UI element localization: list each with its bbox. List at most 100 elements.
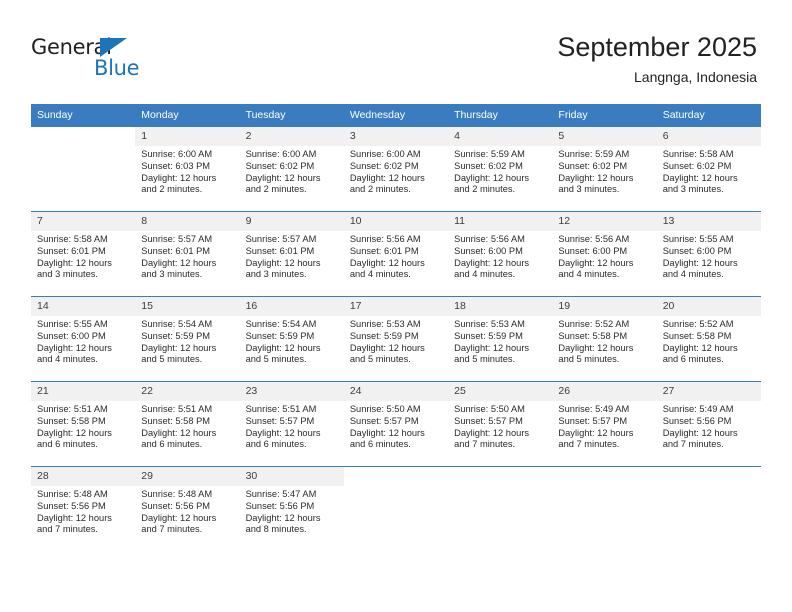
day-details: Sunrise: 6:00 AM Sunset: 6:03 PM Daylight:… <box>135 146 239 196</box>
sunset-text: Sunset: 5:56 PM <box>141 500 211 511</box>
day-number <box>552 467 656 486</box>
sunrise-text: Sunrise: 5:56 AM <box>454 234 525 244</box>
calendar-day-cell[interactable]: 7 Sunrise: 5:58 AM Sunset: 6:01 PM Daylight… <box>31 211 136 297</box>
calendar-day-cell[interactable] <box>656 466 761 551</box>
calendar-day-cell[interactable]: 9 Sunrise: 5:57 AM Sunset: 6:01 PM Daylight… <box>239 211 344 297</box>
calendar-day-cell[interactable]: 10 Sunrise: 5:56 AM Sunset: 6:01 PM Dayligh… <box>343 211 449 297</box>
calendar-day-cell[interactable]: 21 Sunrise: 5:51 AM Sunset: 5:58 PM Dayligh… <box>31 381 136 467</box>
weekday-header-saturday: Saturday <box>656 104 761 127</box>
day-details: Sunrise: 5:48 AM Sunset: 5:56 PM Daylight:… <box>31 486 135 536</box>
sunrise-text: Sunrise: 5:51 AM <box>37 404 108 414</box>
calendar-day-cell[interactable] <box>552 466 657 551</box>
calendar-day-cell[interactable]: 11 Sunrise: 5:56 AM Sunset: 6:00 PM Dayligh… <box>448 211 553 297</box>
day-number: 15 <box>135 297 240 316</box>
calendar-day-cell[interactable]: 23 Sunrise: 5:51 AM Sunset: 5:57 PM Dayligh… <box>239 381 344 467</box>
calendar-day-cell[interactable] <box>343 466 449 551</box>
sunset-text: Sunset: 5:57 PM <box>349 415 419 426</box>
day-number: 9 <box>239 212 344 231</box>
sunrise-text: Sunrise: 5:51 AM <box>141 404 213 414</box>
calendar-day-cell[interactable]: 1 Sunrise: 6:00 AM Sunset: 6:03 PM Daylight… <box>135 126 240 212</box>
day-cell-content: 3 Sunrise: 6:00 AM Sunset: 6:02 PM Daylight… <box>343 127 449 211</box>
sunrise-text: Sunrise: 5:57 AM <box>245 234 317 244</box>
calendar-day-cell[interactable]: 15 Sunrise: 5:54 AM Sunset: 5:59 PM Dayligh… <box>135 296 240 382</box>
calendar-page: General Blue September 2025 Langnga, Ind… <box>0 0 792 612</box>
calendar-day-cell[interactable]: 3 Sunrise: 6:00 AM Sunset: 6:02 PM Daylight… <box>343 126 449 212</box>
day-details: Sunrise: 5:58 AM Sunset: 6:02 PM Daylight:… <box>657 146 761 196</box>
calendar-day-cell[interactable]: 28 Sunrise: 5:48 AM Sunset: 5:56 PM Dayligh… <box>31 466 136 551</box>
calendar-day-cell[interactable]: 19 Sunrise: 5:52 AM Sunset: 5:58 PM Dayligh… <box>552 296 657 382</box>
daylight-text-line1: Daylight: 12 hours <box>662 257 738 268</box>
daylight-text-line1: Daylight: 12 hours <box>349 172 425 183</box>
day-details: Sunrise: 5:48 AM Sunset: 5:56 PM Daylight:… <box>135 486 239 536</box>
calendar-day-cell[interactable]: 22 Sunrise: 5:51 AM Sunset: 5:58 PM Dayligh… <box>135 381 240 467</box>
daylight-text-line2: and 3 minutes. <box>558 184 620 195</box>
calendar-day-cell[interactable]: 26 Sunrise: 5:49 AM Sunset: 5:57 PM Dayligh… <box>552 381 657 467</box>
daylight-text-line2: and 6 minutes. <box>37 439 98 450</box>
sunset-text: Sunset: 5:57 PM <box>245 415 315 426</box>
sunrise-text: Sunrise: 5:51 AM <box>245 404 317 414</box>
calendar-day-cell[interactable]: 18 Sunrise: 5:53 AM Sunset: 5:59 PM Dayligh… <box>448 296 553 382</box>
day-details: Sunrise: 5:49 AM Sunset: 5:57 PM Daylight:… <box>552 401 656 451</box>
daylight-text-line1: Daylight: 12 hours <box>37 257 112 268</box>
day-cell-content: 29 Sunrise: 5:48 AM Sunset: 5:56 PM Dayligh… <box>135 467 240 551</box>
calendar-day-cell[interactable]: 5 Sunrise: 5:59 AM Sunset: 6:02 PM Daylight… <box>552 126 657 212</box>
sunset-text: Sunset: 6:00 PM <box>37 330 106 341</box>
calendar-day-cell[interactable]: 29 Sunrise: 5:48 AM Sunset: 5:56 PM Dayligh… <box>135 466 240 551</box>
sunset-text: Sunset: 5:56 PM <box>662 415 732 426</box>
sunrise-text: Sunrise: 5:48 AM <box>37 489 108 499</box>
day-cell-content: 19 Sunrise: 5:52 AM Sunset: 5:58 PM Dayligh… <box>552 297 657 381</box>
calendar-day-cell[interactable]: 2 Sunrise: 6:00 AM Sunset: 6:02 PM Daylight… <box>239 126 344 212</box>
day-number: 7 <box>31 212 136 231</box>
calendar-day-cell[interactable]: 8 Sunrise: 5:57 AM Sunset: 6:01 PM Daylight… <box>135 211 240 297</box>
sunrise-text: Sunrise: 5:59 AM <box>454 149 525 159</box>
day-cell-content: 28 Sunrise: 5:48 AM Sunset: 5:56 PM Dayligh… <box>31 467 136 551</box>
calendar-day-cell[interactable]: 27 Sunrise: 5:49 AM Sunset: 5:56 PM Dayligh… <box>656 381 761 467</box>
daylight-text-line1: Daylight: 12 hours <box>141 342 217 353</box>
day-details: Sunrise: 5:53 AM Sunset: 5:59 PM Daylight:… <box>448 316 552 366</box>
daylight-text-line1: Daylight: 12 hours <box>245 172 321 183</box>
calendar-day-cell[interactable] <box>448 466 553 551</box>
calendar-day-cell[interactable]: 12 Sunrise: 5:56 AM Sunset: 6:00 PM Dayligh… <box>552 211 657 297</box>
day-number: 28 <box>31 467 136 486</box>
calendar-day-cell[interactable]: 14 Sunrise: 5:55 AM Sunset: 6:00 PM Dayligh… <box>31 296 136 382</box>
sunrise-text: Sunrise: 5:52 AM <box>558 319 630 329</box>
sunset-text: Sunset: 6:00 PM <box>662 245 732 256</box>
sunrise-text: Sunrise: 6:00 AM <box>349 149 421 159</box>
calendar-day-cell[interactable]: 4 Sunrise: 5:59 AM Sunset: 6:02 PM Daylight… <box>448 126 553 212</box>
sunrise-text: Sunrise: 6:00 AM <box>245 149 317 159</box>
daylight-text-line2: and 4 minutes. <box>662 269 724 280</box>
day-number: 29 <box>135 467 240 486</box>
daylight-text-line2: and 6 minutes. <box>245 439 307 450</box>
daylight-text-line1: Daylight: 12 hours <box>349 342 425 353</box>
sunrise-text: Sunrise: 5:58 AM <box>662 149 734 159</box>
day-details: Sunrise: 5:50 AM Sunset: 5:57 PM Daylight:… <box>448 401 552 451</box>
calendar-day-cell[interactable]: 13 Sunrise: 5:55 AM Sunset: 6:00 PM Dayligh… <box>656 211 761 297</box>
sunset-text: Sunset: 5:56 PM <box>245 500 315 511</box>
daylight-text-line2: and 2 minutes. <box>454 184 516 195</box>
calendar-day-cell[interactable]: 16 Sunrise: 5:54 AM Sunset: 5:59 PM Dayligh… <box>239 296 344 382</box>
calendar-day-cell[interactable]: 17 Sunrise: 5:53 AM Sunset: 5:59 PM Dayligh… <box>343 296 449 382</box>
calendar-day-cell[interactable]: 30 Sunrise: 5:47 AM Sunset: 5:56 PM Dayligh… <box>239 466 344 551</box>
day-details: Sunrise: 5:51 AM Sunset: 5:58 PM Daylight:… <box>31 401 135 451</box>
day-details: Sunrise: 5:57 AM Sunset: 6:01 PM Daylight:… <box>135 231 239 281</box>
logo-text-blue: Blue <box>94 56 140 80</box>
calendar-day-cell[interactable]: 24 Sunrise: 5:50 AM Sunset: 5:57 PM Dayligh… <box>343 381 449 467</box>
day-cell-content: 17 Sunrise: 5:53 AM Sunset: 5:59 PM Dayligh… <box>343 297 449 381</box>
daylight-text-line2: and 7 minutes. <box>662 439 724 450</box>
daylight-text-line2: and 6 minutes. <box>662 354 724 365</box>
calendar-day-cell[interactable]: 25 Sunrise: 5:50 AM Sunset: 5:57 PM Dayligh… <box>448 381 553 467</box>
sunrise-text: Sunrise: 5:52 AM <box>662 319 734 329</box>
day-cell-content: 20 Sunrise: 5:52 AM Sunset: 5:58 PM Dayligh… <box>656 297 761 381</box>
calendar-day-cell[interactable]: 6 Sunrise: 5:58 AM Sunset: 6:02 PM Daylight… <box>656 126 761 212</box>
daylight-text-line2: and 5 minutes. <box>454 354 516 365</box>
day-cell-empty <box>552 467 656 551</box>
calendar-day-cell[interactable] <box>31 126 136 212</box>
day-number <box>448 467 552 486</box>
day-cell-content: 22 Sunrise: 5:51 AM Sunset: 5:58 PM Dayligh… <box>135 382 240 466</box>
day-details: Sunrise: 5:56 AM Sunset: 6:01 PM Daylight:… <box>344 231 448 281</box>
sunset-text: Sunset: 5:57 PM <box>558 415 628 426</box>
calendar-day-cell[interactable]: 20 Sunrise: 5:52 AM Sunset: 5:58 PM Dayligh… <box>656 296 761 382</box>
sunrise-text: Sunrise: 5:50 AM <box>349 404 421 414</box>
calendar-week-row: 7 Sunrise: 5:58 AM Sunset: 6:01 PM Daylight… <box>31 211 761 297</box>
calendar-body: 1 Sunrise: 6:00 AM Sunset: 6:03 PM Daylight… <box>31 126 761 551</box>
